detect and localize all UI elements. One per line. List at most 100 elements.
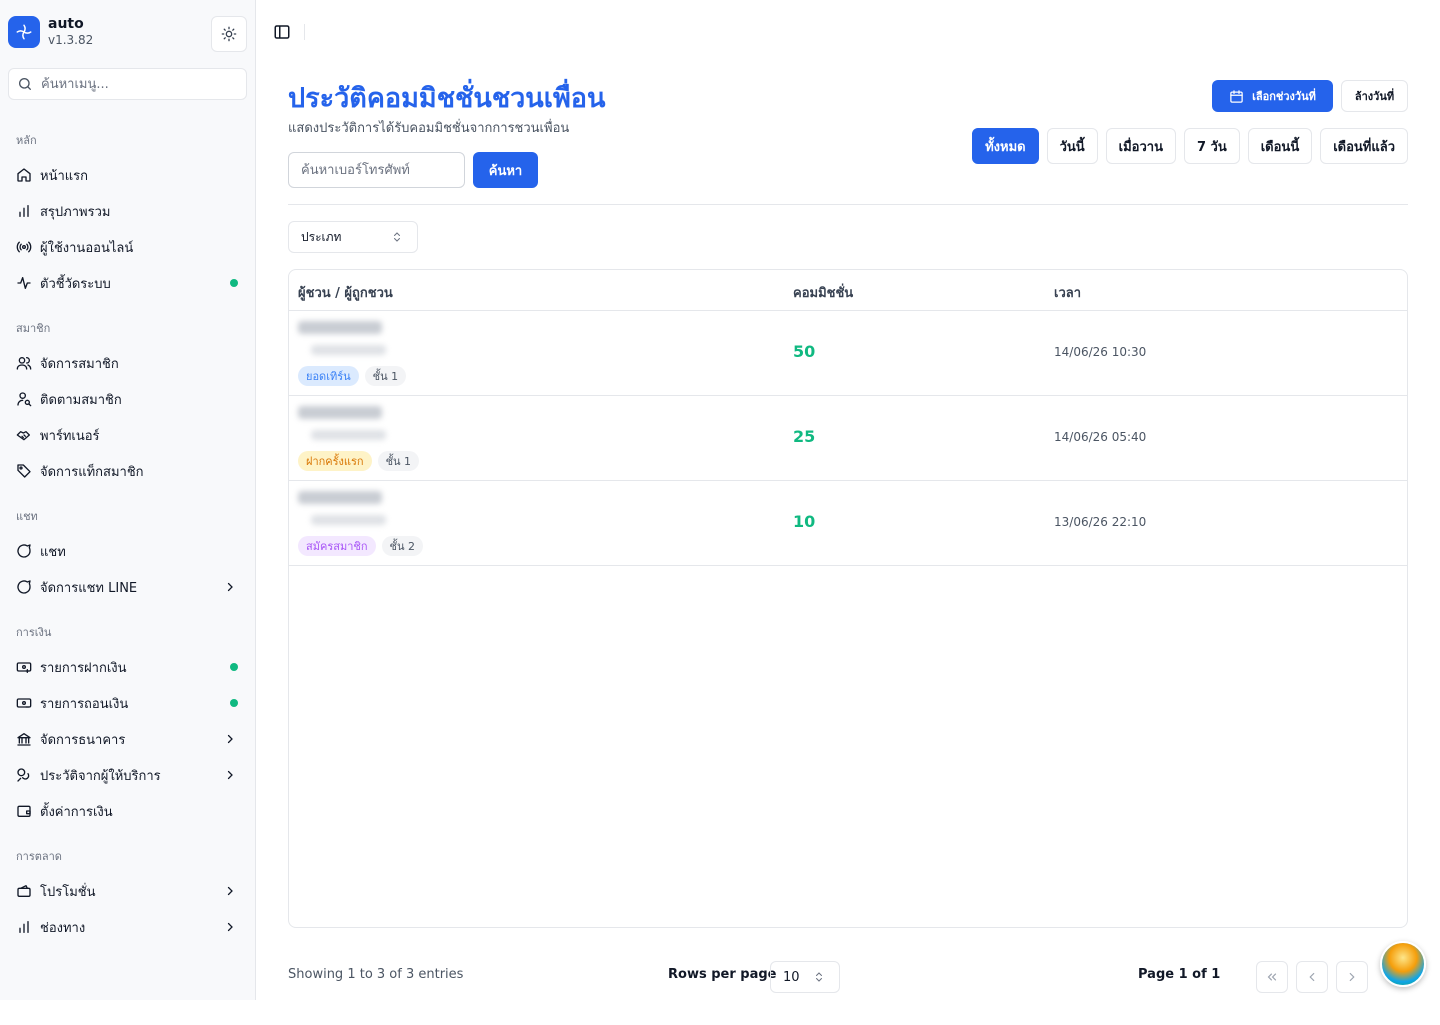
previous-page-button[interactable] (1296, 961, 1328, 993)
sidebar-item-label: จัดการสมาชิก (40, 356, 119, 372)
type-select[interactable]: ประเภท (288, 221, 418, 253)
filter-today-button[interactable]: วันนี้ (1046, 128, 1098, 164)
brand[interactable]: auto v1.3.82 (8, 16, 93, 48)
commission-table: ผู้ชวน / ผู้ถูกชวน คอมมิชชั่น เวลา ยอดเท… (288, 269, 1408, 928)
status-dot (230, 663, 238, 671)
page-indicator: Page 1 of 1 (1138, 967, 1221, 982)
search-icon (19, 78, 31, 90)
sidebar-toggle-button[interactable] (272, 22, 292, 42)
filter-last-month-button[interactable]: เดือนที่แล้ว (1320, 128, 1408, 164)
floating-avatar-button[interactable] (1380, 941, 1426, 987)
user-search-icon (16, 391, 32, 407)
sidebar-item-label: หน้าแรก (40, 168, 88, 184)
bank-icon (16, 731, 32, 747)
sidebar-item-withdrawals[interactable]: รายการถอนเงิน (8, 687, 248, 719)
theme-toggle-button[interactable] (211, 16, 247, 52)
sidebar-item-label: จัดการแท็กสมาชิก (40, 464, 144, 480)
quick-date-filters: ทั้งหมด วันนี้ เมื่อวาน 7 วัน เดือนนี้ เ… (972, 128, 1408, 164)
sidebar-item-manage-members[interactable]: จัดการสมาชิก (8, 347, 248, 379)
time-value: 14/06/26 10:30 (1054, 345, 1147, 359)
group-label-chat: แชท (16, 510, 38, 523)
filter-7days-button[interactable]: 7 วัน (1183, 128, 1240, 164)
sidebar-item-line-chat[interactable]: จัดการแชท LINE (8, 571, 248, 603)
commission-value: 25 (793, 427, 816, 446)
sidebar-item-label: ประวัติจากผู้ให้บริการ (40, 768, 161, 784)
chevron-right-icon (1349, 972, 1355, 982)
chevron-right-icon (224, 733, 236, 745)
withdraw-icon (16, 695, 32, 711)
clear-date-button[interactable]: ล้างวันที่ (1341, 80, 1408, 112)
table-row[interactable]: ยอดเทิร์น ชั้น 1 50 14/06/26 10:30 (289, 311, 1407, 396)
sidebar-item-overview[interactable]: สรุปภาพรวม (8, 195, 248, 227)
first-page-button[interactable] (1256, 961, 1288, 993)
chevrons-left-icon (1267, 973, 1277, 981)
filter-this-month-button[interactable]: เดือนนี้ (1247, 128, 1313, 164)
table-row[interactable]: สมัครสมาชิก ชั้น 2 10 13/06/26 22:10 (289, 481, 1407, 566)
table-row[interactable]: ฝากครั้งแรก ชั้น 1 25 14/06/26 05:40 (289, 396, 1407, 481)
sidebar-item-promotions[interactable]: โปรโมชั่น (8, 875, 248, 907)
brand-name: auto (48, 16, 84, 32)
tier-badge: ชั้น 1 (377, 451, 420, 471)
calendar-icon (1230, 89, 1243, 103)
sidebar-item-system-metrics[interactable]: ตัวชี้วัดระบบ (8, 267, 248, 299)
menu-search[interactable] (8, 68, 247, 100)
sun-icon (221, 26, 237, 42)
filter-all-button[interactable]: ทั้งหมด (972, 128, 1039, 164)
sidebar-item-label: พาร์ทเนอร์ (40, 428, 100, 444)
type-badge: สมัครสมาชิก (298, 536, 376, 556)
sidebar-item-provider-history[interactable]: ประวัติจากผู้ให้บริการ (8, 759, 248, 791)
page-title: ประวัติคอมมิชชั่นชวนเพื่อน (288, 83, 606, 114)
tag-icon (16, 463, 32, 479)
sidebar-item-label: แชท (40, 544, 66, 560)
sidebar-item-label: รายการฝากเงิน (40, 660, 127, 676)
entries-info: Showing 1 to 3 of 3 entries (288, 967, 464, 982)
sidebar-item-label: ตั้งค่าการเงิน (40, 804, 113, 820)
chevrons-up-down-icon (394, 232, 400, 242)
chevron-right-icon (224, 581, 236, 593)
date-range-button[interactable]: เลือกช่วงวันที่ (1212, 80, 1333, 112)
referrer-name-redacted (298, 491, 382, 504)
referrer-name-redacted (298, 321, 382, 334)
filter-yesterday-button[interactable]: เมื่อวาน (1105, 128, 1176, 164)
phone-search-input[interactable] (288, 152, 465, 188)
panel-left-icon (274, 25, 290, 39)
table-header: ผู้ชวน / ผู้ถูกชวน คอมมิชชั่น เวลา (289, 270, 1407, 311)
group-label-marketing: การตลาด (16, 850, 62, 863)
sidebar-item-online-users[interactable]: ผู้ใช้งานออนไลน์ (8, 231, 248, 263)
group-label-members: สมาชิก (16, 322, 51, 335)
broadcast-icon (16, 239, 32, 255)
sidebar-item-chat[interactable]: แชท (8, 535, 248, 567)
sidebar-item-channels[interactable]: ช่องทาง (8, 911, 248, 943)
type-badge: ฝากครั้งแรก (298, 451, 372, 471)
referee-name-redacted (311, 430, 386, 440)
chevron-right-icon (224, 921, 236, 933)
sidebar-item-finance-settings[interactable]: ตั้งค่าการเงิน (8, 795, 248, 827)
sidebar-item-label: รายการถอนเงิน (40, 696, 129, 712)
next-page-button[interactable] (1336, 961, 1368, 993)
promotion-icon (16, 883, 32, 899)
chevron-left-icon (1309, 972, 1315, 982)
users-icon (16, 355, 32, 371)
search-button[interactable]: ค้นหา (473, 152, 538, 188)
chevron-right-icon (224, 885, 236, 897)
sidebar-item-deposits[interactable]: รายการฝากเงิน (8, 651, 248, 683)
sidebar-item-banks[interactable]: จัดการธนาคาร (8, 723, 248, 755)
rows-per-page-value: 10 (783, 969, 800, 985)
handshake-icon (16, 427, 32, 443)
sidebar-item-label: ติดตามสมาชิก (40, 392, 122, 408)
tier-badge: ชั้น 1 (364, 366, 407, 386)
sidebar-item-partners[interactable]: พาร์ทเนอร์ (8, 419, 248, 451)
sidebar-item-member-tags[interactable]: จัดการแท็กสมาชิก (8, 455, 248, 487)
app-logo-icon (8, 16, 40, 48)
bar-chart-icon (16, 919, 32, 935)
wallet-icon (16, 803, 32, 819)
menu-search-input[interactable] (41, 76, 231, 92)
commission-value: 10 (793, 512, 816, 531)
column-header-referrer: ผู้ชวน / ผู้ถูกชวน (298, 286, 393, 301)
sidebar-item-home[interactable]: หน้าแรก (8, 159, 248, 191)
bar-chart-icon (16, 203, 32, 219)
group-label-main: หลัก (16, 134, 37, 147)
activity-icon (16, 275, 32, 291)
sidebar-item-track-members[interactable]: ติดตามสมาชิก (8, 383, 248, 415)
rows-per-page-select[interactable]: 10 (770, 961, 840, 993)
